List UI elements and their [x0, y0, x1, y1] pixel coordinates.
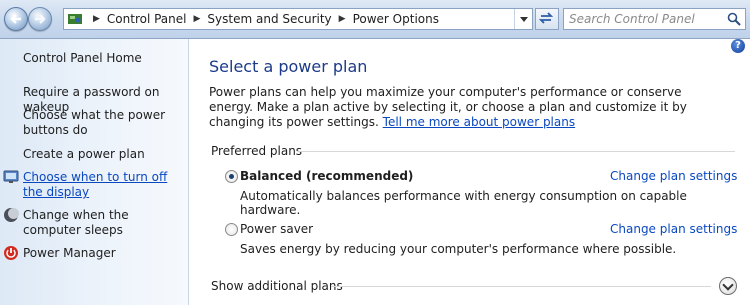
additional-plans-divider [331, 286, 711, 287]
breadcrumb-separator-icon: ▶ [93, 14, 100, 24]
address-history-dropdown[interactable] [514, 9, 532, 29]
moon-icon [4, 208, 19, 222]
breadcrumb-power-options[interactable]: Power Options [353, 12, 439, 26]
sidebar-item-control-panel-home[interactable]: Control Panel Home [23, 51, 183, 66]
tell-me-more-link[interactable]: Tell me more about power plans [383, 115, 575, 129]
refresh-button[interactable] [535, 8, 559, 30]
main-content: ? Select a power plan Power plans can he… [189, 39, 750, 305]
address-bar[interactable]: ▶ Control Panel ▶ System and Security ▶ … [63, 8, 533, 30]
search-box[interactable]: Search Control Panel [563, 8, 746, 30]
search-icon[interactable] [727, 12, 741, 26]
sidebar-item-turn-off-display[interactable]: Choose when to turn off the display [23, 170, 183, 200]
plan-power-saver-radio[interactable] [225, 223, 238, 236]
task-pane: Control Panel Home Require a password on… [0, 39, 189, 305]
sidebar-item-power-manager[interactable]: Power Manager [23, 246, 183, 261]
breadcrumb-system-security[interactable]: System and Security [207, 12, 331, 26]
sidebar-item-create-plan[interactable]: Create a power plan [23, 147, 183, 162]
show-additional-plans-label[interactable]: Show additional plans [211, 279, 343, 293]
back-button[interactable] [4, 7, 28, 31]
breadcrumb-control-panel[interactable]: Control Panel [107, 12, 187, 26]
plan-balanced-name[interactable]: Balanced (recommended) [240, 169, 413, 183]
page-description: Power plans can help you maximize your c… [209, 85, 729, 130]
breadcrumb-separator-icon[interactable]: ▶ [194, 14, 201, 24]
plan-balanced-radio[interactable] [225, 170, 238, 183]
navigation-bar: ▶ Control Panel ▶ System and Security ▶ … [0, 0, 750, 39]
page-title: Select a power plan [209, 57, 368, 76]
sidebar-item-computer-sleeps[interactable]: Change when the computer sleeps [23, 208, 183, 238]
arrow-left-icon [10, 14, 21, 24]
plan-power-saver-description: Saves energy by reducing your computer's… [240, 242, 677, 256]
arrow-right-icon [35, 14, 46, 24]
sidebar-item-power-buttons[interactable]: Choose what the power buttons do [23, 108, 183, 138]
breadcrumb-separator-icon[interactable]: ▶ [339, 14, 346, 24]
change-plan-settings-balanced[interactable]: Change plan settings [610, 169, 737, 183]
preferred-plans-heading: Preferred plans [211, 144, 303, 158]
monitor-icon [3, 170, 19, 183]
change-plan-settings-power-saver[interactable]: Change plan settings [610, 222, 737, 236]
plan-balanced-description: Automatically balances performance with … [240, 189, 687, 217]
refresh-icon [538, 12, 554, 24]
chevron-down-icon[interactable] [719, 277, 737, 295]
control-panel-icon [68, 14, 82, 24]
power-manager-icon [4, 246, 18, 260]
plan-power-saver-name[interactable]: Power saver [240, 222, 313, 236]
section-divider [297, 151, 735, 152]
help-icon[interactable]: ? [731, 39, 745, 53]
search-placeholder: Search Control Panel [569, 12, 695, 26]
forward-button[interactable] [28, 7, 52, 31]
